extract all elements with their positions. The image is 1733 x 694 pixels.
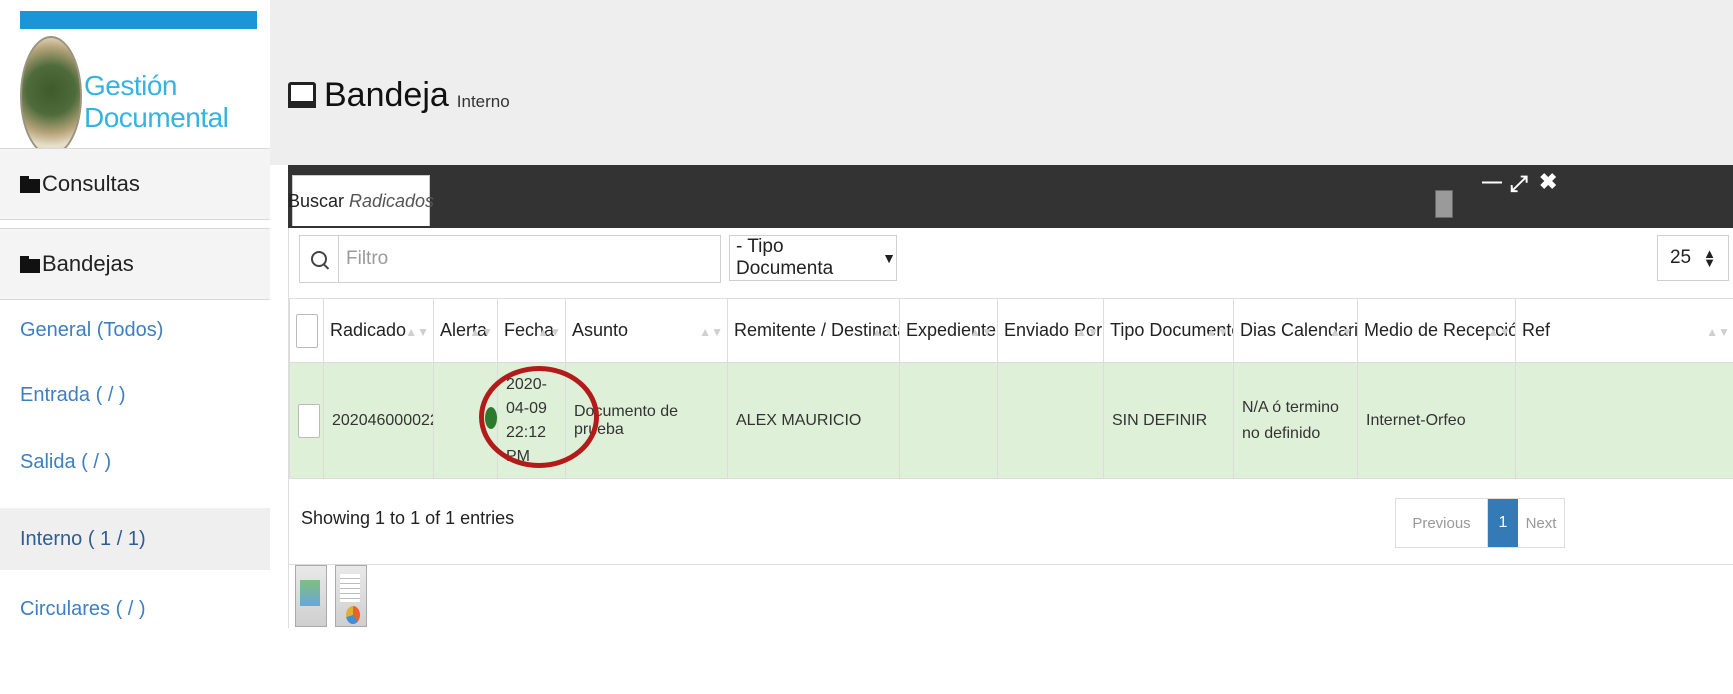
cell-medio-recepcion: Internet-Orfeo <box>1357 362 1516 479</box>
sort-icon: ▲▼ <box>871 325 895 339</box>
sidebar-item-salida[interactable]: Salida ( / ) <box>0 431 270 493</box>
dropdown-arrow-icon: ▼ <box>882 250 896 266</box>
sort-icon: ▲▼ <box>969 325 993 339</box>
table-footer: Showing 1 to 1 of 1 entries Previous 1 N… <box>289 478 1733 558</box>
next-button[interactable]: Next <box>1518 499 1564 547</box>
sidebar-item-circulares[interactable]: Circulares ( / ) <box>0 578 270 640</box>
export-report-icon[interactable] <box>335 565 367 627</box>
folder-icon <box>20 175 40 193</box>
col-enviado-por[interactable]: Enviado Por ▲▼ <box>997 298 1104 363</box>
col-medio-recepcion[interactable]: Medio de Recepción ▲▼ <box>1357 298 1516 363</box>
sort-icon: ▲▼ <box>1205 325 1229 339</box>
brand-name: Gestión Documental <box>84 70 229 133</box>
col-label: Asunto <box>572 320 629 340</box>
col-asunto[interactable]: Asunto ▲▼ <box>565 298 728 363</box>
tab-label-em: Radicados <box>348 190 435 211</box>
page-length-select[interactable]: 25 ▲ ▼ <box>1657 235 1729 281</box>
export-excel-icon[interactable] <box>295 565 327 627</box>
sidebar-item-entrada[interactable]: Entrada ( / ) <box>0 364 270 426</box>
sidebar-section-label: Bandejas <box>42 251 134 276</box>
search-button[interactable] <box>300 236 339 282</box>
folder-icon <box>20 255 40 273</box>
cell-alerta <box>433 362 498 479</box>
previous-button[interactable]: Previous <box>1396 499 1488 547</box>
cell-tipo-documento: SIN DEFINIR <box>1103 362 1234 479</box>
close-icon[interactable]: ✖ <box>1539 169 1557 195</box>
sidebar-item-interno[interactable]: Interno ( 1 / 1) <box>0 508 270 570</box>
sort-icon: ▲▼ <box>699 325 723 339</box>
page-title: Bandeja Interno <box>288 78 510 112</box>
sort-icon: ▲▼ <box>1075 325 1099 339</box>
sidebar: Gestión Documental Consultas Bandejas Ge… <box>0 0 270 694</box>
search-group <box>299 235 721 283</box>
sidebar-section-bandejas[interactable]: Bandejas <box>0 228 270 300</box>
alert-status-icon <box>485 407 497 429</box>
table-header-row: Radicado ▲▼ Alerta ▲▼ Fecha ▲▼ Asunto ▲▼ Rem… <box>289 298 1733 363</box>
table-controls: - Tipo Documenta ▼ 25 ▲▼ <box>289 228 1733 298</box>
sidebar-section-consultas[interactable]: Consultas <box>0 148 270 220</box>
page-title-text: Bandeja <box>324 76 449 114</box>
col-remitente[interactable]: Remitente / Destinatario▲▼ <box>727 298 900 363</box>
results-panel: - Tipo Documenta ▼ 25 ▲▼ Radicado▲▼ Aler… <box>288 228 1733 628</box>
col-label: Ref <box>1522 320 1551 340</box>
tab-buscar-radicados[interactable]: Buscar Radicados <box>288 175 434 226</box>
color-picker-icon[interactable] <box>1435 190 1453 218</box>
col-label: Radicado <box>330 320 407 340</box>
col-fecha[interactable]: Fecha ▲▼ <box>497 298 566 363</box>
search-icon <box>311 251 327 267</box>
sort-icon: ▲▼ <box>537 325 561 339</box>
cell-radicado[interactable]: 20204600002233 <box>323 362 434 479</box>
col-dias-calendario[interactable]: Dias Calendario ▲▼ <box>1233 298 1358 363</box>
pagination: Previous 1 Next <box>1395 498 1565 548</box>
entries-info: Showing 1 to 1 of 1 entries <box>301 508 515 528</box>
updown-icon: ▲ ▼ <box>1703 246 1716 270</box>
inbox-icon <box>288 82 316 108</box>
row-checkbox[interactable] <box>298 403 320 438</box>
sidebar-item-general[interactable]: General (Todos) <box>0 299 270 361</box>
minimize-icon[interactable]: — <box>1482 171 1502 194</box>
sidebar-section-label: Consultas <box>42 171 140 196</box>
page-1-button[interactable]: 1 <box>1488 499 1518 547</box>
expand-icon[interactable]: ⤢ <box>1510 171 1528 197</box>
sort-icon: ▲▼ <box>1487 325 1511 339</box>
col-ref[interactable]: Ref ▲▼ <box>1515 298 1733 363</box>
sidebar-top-bar <box>20 11 257 29</box>
export-toolbar <box>289 564 1733 629</box>
cell-enviado-por <box>997 362 1104 479</box>
table-row[interactable]: 20204600002233 2020-04-09 22:12 PM Docum… <box>289 362 1733 479</box>
sort-icon: ▲▼ <box>1706 325 1730 339</box>
tipo-documento-select[interactable]: - Tipo Documenta ▼ <box>729 235 897 281</box>
sort-icon: ▲▼ <box>469 325 493 339</box>
tipo-documento-value: - Tipo Documenta <box>736 236 834 279</box>
col-tipo-documento[interactable]: Tipo Documento ▲▼ <box>1103 298 1234 363</box>
sort-icon: ▲▼ <box>1329 325 1353 339</box>
row-select-cell <box>289 362 324 479</box>
col-radicado[interactable]: Radicado ▲▼ <box>323 298 434 363</box>
col-expediente[interactable]: Expediente ▲▼ <box>899 298 998 363</box>
select-all-cell <box>289 298 324 363</box>
sort-icon: ▲▼ <box>405 325 429 339</box>
page-length-value: 25 <box>1669 247 1692 268</box>
select-all-checkbox[interactable] <box>296 313 318 348</box>
main-content: Bandeja Interno Buscar Radicados — ⤢ ✖ -… <box>270 0 1733 694</box>
cell-expediente <box>899 362 998 479</box>
cell-asunto[interactable]: Documento de prueba <box>565 362 728 479</box>
results-table: Radicado ▲▼ Alerta ▲▼ Fecha ▲▼ Asunto ▲▼ Rem… <box>289 298 1733 479</box>
tab-label: Buscar <box>287 190 344 211</box>
cell-ref <box>1515 362 1733 479</box>
col-alerta[interactable]: Alerta ▲▼ <box>433 298 498 363</box>
page-subtitle: Interno <box>456 92 510 111</box>
entity-seal-logo <box>20 36 82 156</box>
cell-fecha[interactable]: 2020-04-09 22:12 PM <box>497 362 566 479</box>
filter-input[interactable] <box>344 247 708 271</box>
logo-block[interactable]: Gestión Documental <box>16 30 256 156</box>
cell-remitente: ALEX MAURICIO <box>727 362 900 479</box>
cell-dias-calendario: N/A ó termino no definido <box>1233 362 1358 479</box>
widget-header: Buscar Radicados — ⤢ ✖ <box>288 165 1733 228</box>
